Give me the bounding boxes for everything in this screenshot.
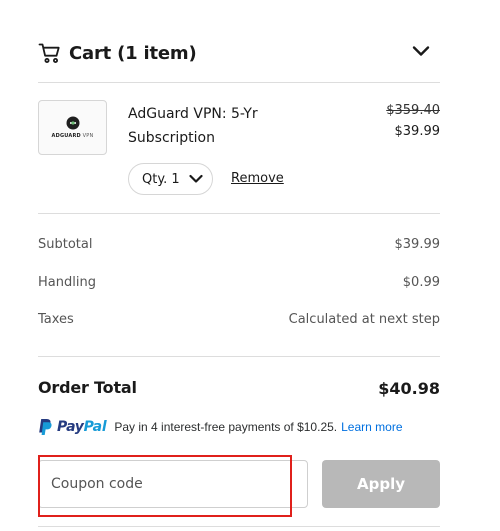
apply-coupon-button[interactable]: Apply bbox=[322, 460, 440, 508]
subtotal-label: Subtotal bbox=[38, 237, 93, 252]
original-price: $359.40 bbox=[386, 103, 440, 118]
learn-more-link[interactable]: Learn more bbox=[341, 420, 402, 434]
paypal-logo-icon bbox=[39, 419, 52, 435]
product-thumbnail: ADGUARD VPN bbox=[38, 100, 107, 155]
quantity-select[interactable]: Qty. 1 bbox=[128, 163, 213, 195]
taxes-label: Taxes bbox=[38, 312, 74, 327]
chevron-down-icon[interactable] bbox=[412, 44, 430, 58]
paypal-message: PayPal Pay in 4 interest-free payments o… bbox=[38, 416, 440, 438]
paypal-installments-text: Pay in 4 interest-free payments of $10.2… bbox=[114, 420, 338, 434]
adguard-logo-icon bbox=[66, 116, 79, 130]
remove-link[interactable]: Remove bbox=[231, 171, 284, 186]
paypal-wordmark: PayPal bbox=[57, 419, 107, 435]
coupon-highlight-box bbox=[38, 455, 292, 517]
cart-header[interactable]: Cart (1 item) bbox=[38, 36, 440, 70]
subtotal-value: $39.99 bbox=[394, 237, 441, 252]
chevron-down-icon bbox=[189, 174, 203, 183]
thumbnail-brand-text: ADGUARD VPN bbox=[51, 133, 94, 139]
order-total-label: Order Total bbox=[38, 378, 137, 397]
quantity-label: Qty. 1 bbox=[142, 171, 180, 187]
divider bbox=[38, 526, 440, 527]
order-total-value: $40.98 bbox=[378, 379, 440, 398]
cart-title: Cart (1 item) bbox=[69, 42, 197, 64]
current-price: $39.99 bbox=[394, 124, 441, 139]
product-name: AdGuard VPN: 5-Yr Subscription bbox=[128, 106, 258, 146]
divider bbox=[38, 213, 440, 214]
shopping-cart-icon bbox=[38, 43, 60, 63]
handling-label: Handling bbox=[38, 275, 96, 290]
divider bbox=[38, 82, 440, 83]
handling-value: $0.99 bbox=[402, 275, 440, 290]
cart-panel: Cart (1 item) ADGUARD VPN AdGuard VPN: 5… bbox=[38, 0, 440, 531]
divider bbox=[38, 356, 440, 357]
taxes-value: Calculated at next step bbox=[288, 312, 440, 327]
